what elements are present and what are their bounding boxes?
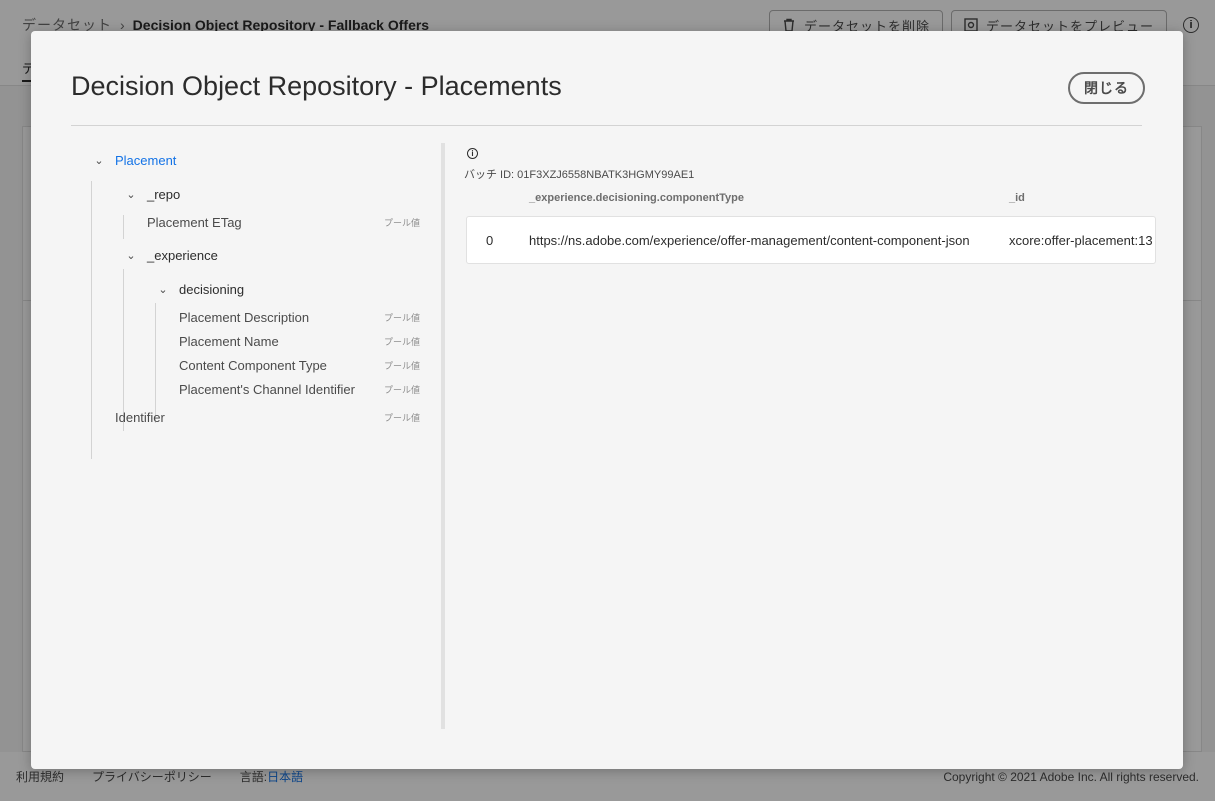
panel-splitter[interactable]: [441, 143, 445, 729]
close-button[interactable]: 閉じる: [1068, 72, 1145, 104]
modal-title: Decision Object Repository - Placements: [71, 71, 562, 101]
column-header-component-type: _experience.decisioning.componentType: [529, 192, 744, 204]
tree-node-placement[interactable]: ⌄ Placement: [91, 153, 176, 168]
tree-leaf-label: Content Component Type: [179, 358, 327, 373]
tree-leaf-channel-identifier[interactable]: Placement's Channel Identifier プール値: [179, 382, 442, 397]
tree-leaf-type: プール値: [383, 385, 420, 395]
tree-leaf-content-component-type[interactable]: Content Component Type プール値: [179, 358, 442, 373]
tree-leaf-label: Placement's Channel Identifier: [179, 382, 355, 397]
tree-guide-line: [123, 269, 124, 431]
cell-id: xcore:offer-placement:13: [1009, 233, 1153, 248]
tree-node-decisioning[interactable]: ⌄ decisioning: [155, 282, 244, 297]
tree-leaf-type: プール値: [383, 218, 420, 228]
tree-guide-line: [91, 181, 92, 459]
info-icon[interactable]: i: [467, 148, 478, 159]
schema-tree: ⌄ Placement ⌄ _repo Placement ETag プール値 …: [71, 143, 442, 729]
row-index: 0: [486, 233, 494, 248]
tree-node-experience[interactable]: ⌄ _experience: [123, 248, 218, 263]
tree-guide-line: [123, 215, 124, 239]
cell-component-type: https://ns.adobe.com/experience/offer-ma…: [529, 233, 970, 248]
tree-leaf-placement-name[interactable]: Placement Name プール値: [179, 334, 442, 349]
tree-leaf-type: プール値: [383, 361, 420, 371]
tree-leaf-type: プール値: [383, 313, 420, 323]
tree-leaf-label: Placement Name: [179, 334, 279, 349]
tree-leaf-placement-etag[interactable]: Placement ETag プール値: [147, 215, 442, 230]
chevron-down-icon[interactable]: ⌄: [123, 188, 139, 201]
tree-node-repo[interactable]: ⌄ _repo: [123, 187, 180, 202]
tree-leaf-label: Placement Description: [179, 310, 310, 325]
tree-leaf-identifier[interactable]: Identifier プール値: [115, 410, 442, 425]
tree-leaf-placement-description[interactable]: Placement Description プール値: [179, 310, 442, 325]
batch-id-label: バッチ ID: 01F3XZJ6558NBATK3HGMY99AE1: [464, 169, 695, 181]
chevron-down-icon[interactable]: ⌄: [123, 249, 139, 262]
chevron-down-icon[interactable]: ⌄: [91, 154, 107, 167]
tree-node-label: _experience: [147, 248, 218, 263]
chevron-down-icon[interactable]: ⌄: [155, 283, 171, 296]
dataset-preview-modal: Decision Object Repository - Placements …: [31, 31, 1183, 769]
data-preview: i バッチ ID: 01F3XZJ6558NBATK3HGMY99AE1 _ex…: [463, 143, 1156, 729]
tree-leaf-type: プール値: [383, 337, 420, 347]
table-row: 0 https://ns.adobe.com/experience/offer-…: [466, 216, 1156, 264]
tree-guide-line: [155, 303, 156, 423]
tree-node-label: decisioning: [179, 282, 245, 297]
tree-leaf-label: Placement ETag: [147, 215, 242, 230]
column-header-id: _id: [1009, 192, 1025, 204]
tree-leaf-label: Identifier: [115, 410, 165, 425]
tree-leaf-type: プール値: [383, 413, 420, 423]
modal-divider: [71, 125, 1142, 126]
tree-node-label: Placement: [115, 153, 177, 168]
tree-node-label: _repo: [147, 187, 181, 202]
